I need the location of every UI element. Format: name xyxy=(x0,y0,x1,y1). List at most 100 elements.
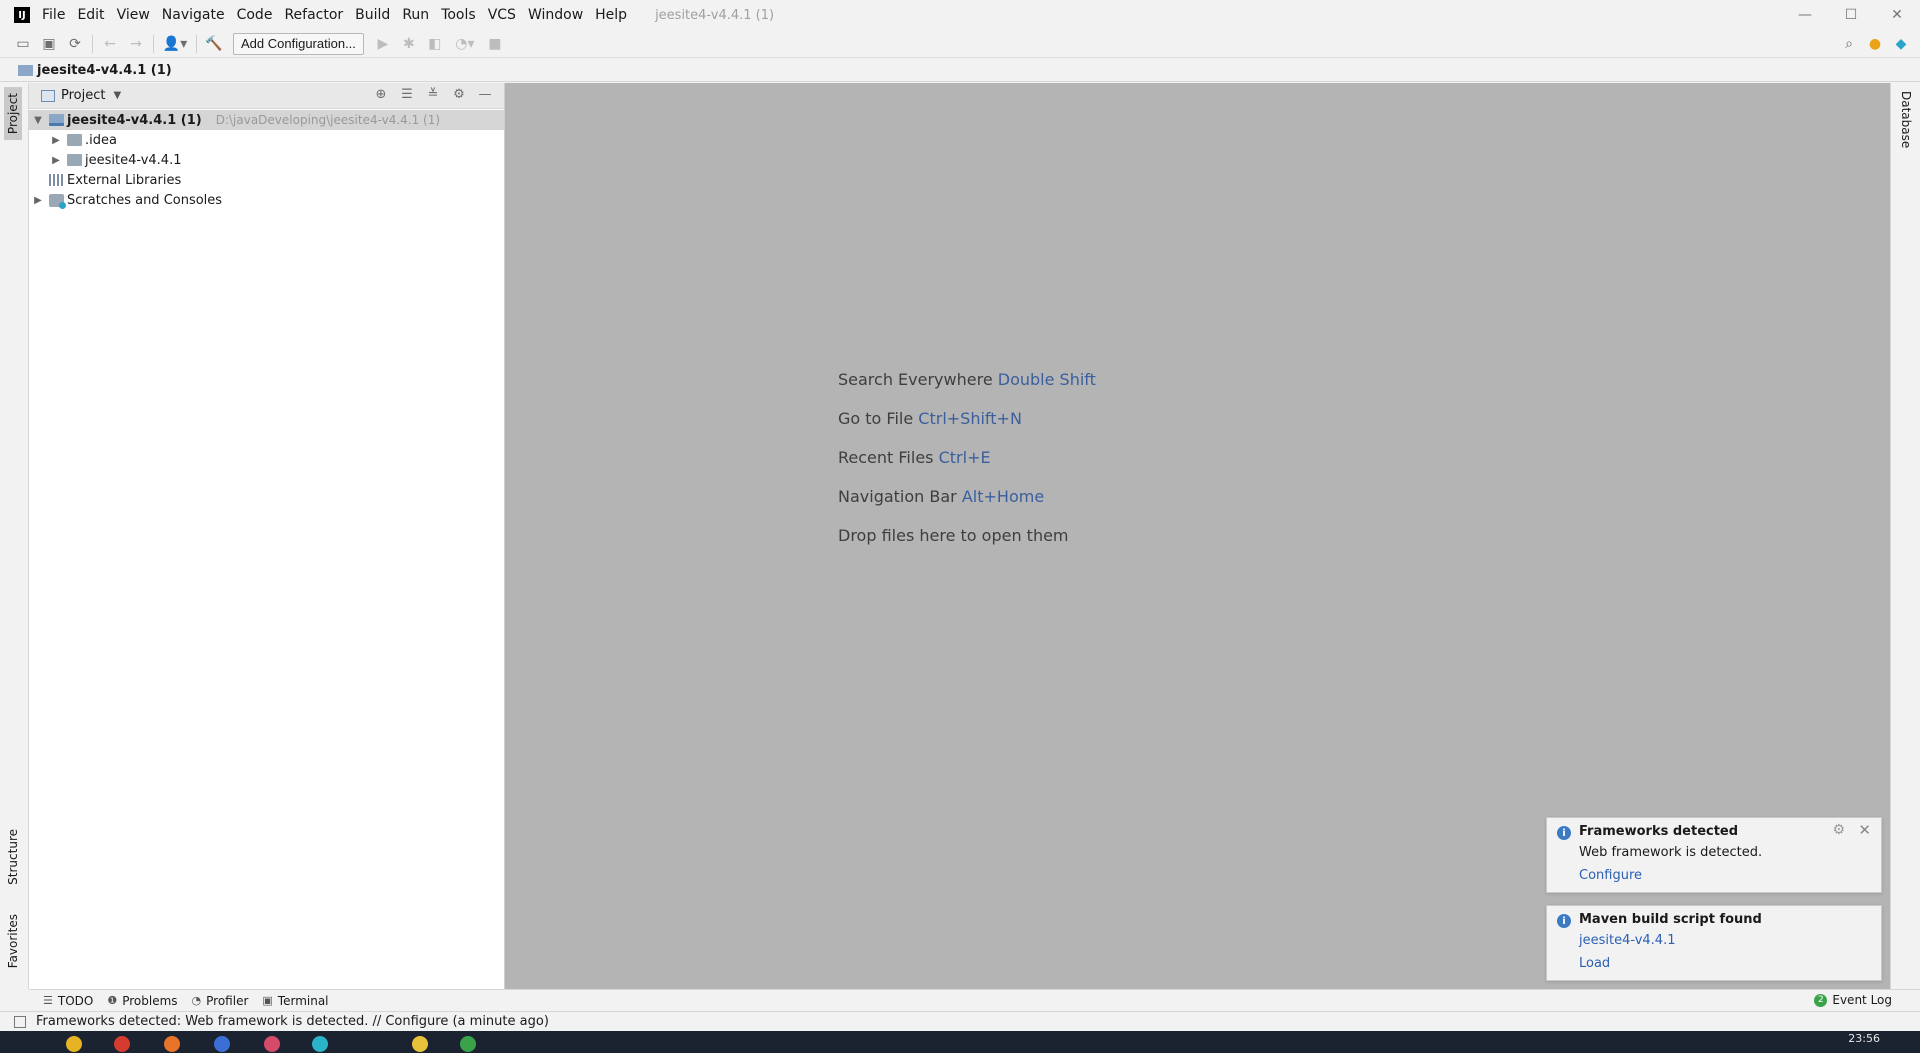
structure-tool-tab[interactable]: Structure xyxy=(4,823,22,891)
os-taskbar: 23:56 xyxy=(0,1031,1920,1053)
minimize-icon[interactable]: — xyxy=(1782,0,1828,30)
taskbar-app-icon[interactable] xyxy=(460,1036,476,1052)
gear-icon[interactable]: ⚙ xyxy=(1832,822,1845,838)
menu-vcs[interactable]: VCS xyxy=(482,0,522,30)
folder-icon xyxy=(67,134,82,146)
module-folder-icon xyxy=(49,114,64,126)
taskbar-app-icon[interactable] xyxy=(412,1036,428,1052)
vcs-user-icon[interactable]: 👤▾ xyxy=(158,32,192,56)
configure-link[interactable]: Configure xyxy=(1579,868,1642,883)
menu-refactor[interactable]: Refactor xyxy=(278,0,349,30)
project-tool-tab[interactable]: Project xyxy=(4,87,22,141)
forward-arrow-icon[interactable]: → xyxy=(123,32,149,56)
plugin-logo-icon[interactable]: ◆ xyxy=(1888,32,1914,56)
chevron-right-icon[interactable]: ▶ xyxy=(49,135,63,146)
problems-tab[interactable]: ❶ Problems xyxy=(107,994,177,1008)
taskbar-app-icon[interactable] xyxy=(114,1036,130,1052)
hint-shortcut: Ctrl+Shift+N xyxy=(918,409,1022,428)
hint-recent-files: Recent Files Ctrl+E xyxy=(838,448,991,467)
maximize-icon[interactable]: ☐ xyxy=(1828,0,1874,30)
menu-window[interactable]: Window xyxy=(522,0,589,30)
favorites-tool-tab[interactable]: Favorites xyxy=(4,908,22,974)
profiler-label: Profiler xyxy=(206,993,249,1008)
taskbar-app-icon[interactable] xyxy=(264,1036,280,1052)
breadcrumb-project[interactable]: jeesite4-v4.4.1 (1) xyxy=(37,63,172,78)
tree-row-module[interactable]: ▶ jeesite4-v4.4.1 xyxy=(29,150,504,170)
tree-row-root[interactable]: ▼ jeesite4-v4.4.1 (1) D:\javaDeveloping\… xyxy=(29,110,504,130)
project-panel-header: Project ▼ ⊕ ☰ ≚ ⚙ — xyxy=(29,83,504,109)
menu-help[interactable]: Help xyxy=(589,0,633,30)
add-configuration-button[interactable]: Add Configuration... xyxy=(233,32,364,55)
menu-navigate[interactable]: Navigate xyxy=(156,0,231,30)
tree-root-path: D:\javaDeveloping\jeesite4-v4.4.1 (1) xyxy=(215,113,441,127)
save-all-icon[interactable]: ▣ xyxy=(36,32,62,56)
sync-icon[interactable]: ⟳ xyxy=(62,32,88,56)
menu-edit[interactable]: Edit xyxy=(71,0,110,30)
expand-all-icon[interactable]: ☰ xyxy=(394,87,420,102)
notification-title: Maven build script found xyxy=(1579,912,1762,927)
hide-panel-icon[interactable]: — xyxy=(472,87,498,102)
collapse-all-icon[interactable]: ≚ xyxy=(420,87,446,102)
locate-icon[interactable]: ⊕ xyxy=(368,87,394,102)
hint-search-everywhere: Search Everywhere Double Shift xyxy=(838,370,1096,389)
hint-shortcut: Double Shift xyxy=(997,370,1096,389)
taskbar-app-icon[interactable] xyxy=(214,1036,230,1052)
chevron-down-icon[interactable]: ▼ xyxy=(31,115,45,126)
profile-icon[interactable]: ◔▾ xyxy=(448,32,482,56)
tree-label-idea: .idea xyxy=(85,132,117,148)
gear-icon[interactable]: ⚙ xyxy=(446,87,472,102)
toolbar-divider xyxy=(196,34,197,53)
close-window-icon[interactable]: ✕ xyxy=(1874,0,1920,30)
tree-row-scratches[interactable]: ▶ Scratches and Consoles xyxy=(29,190,504,210)
taskbar-clock[interactable]: 23:56 xyxy=(1848,1032,1880,1045)
menu-build[interactable]: Build xyxy=(349,0,396,30)
maven-project-link[interactable]: jeesite4-v4.4.1 xyxy=(1579,933,1675,948)
menu-run[interactable]: Run xyxy=(396,0,435,30)
taskbar-app-icon[interactable] xyxy=(164,1036,180,1052)
event-log-tab[interactable]: 2 Event Log xyxy=(1814,993,1892,1007)
taskbar-app-icon[interactable] xyxy=(312,1036,328,1052)
update-icon[interactable]: ● xyxy=(1862,32,1888,56)
terminal-label: Terminal xyxy=(277,993,329,1008)
stop-icon[interactable]: ■ xyxy=(482,32,508,56)
todo-tab[interactable]: ☰ TODO xyxy=(43,994,93,1008)
project-panel: Project ▼ ⊕ ☰ ≚ ⚙ — ▼ jeesite4-v4.4.1 (1… xyxy=(29,83,505,989)
info-icon: i xyxy=(1557,914,1571,928)
back-arrow-icon[interactable]: ← xyxy=(97,32,123,56)
title-bar: IJ File Edit View Navigate Code Refactor… xyxy=(0,0,1920,30)
intellij-logo-icon[interactable]: IJ xyxy=(14,7,30,23)
hint-text: Recent Files xyxy=(838,448,934,467)
menu-tools[interactable]: Tools xyxy=(435,0,482,30)
event-log-label: Event Log xyxy=(1832,993,1892,1007)
menu-code[interactable]: Code xyxy=(231,0,279,30)
menu-file[interactable]: File xyxy=(36,0,71,30)
event-count-badge: 2 xyxy=(1814,993,1828,1007)
chevron-right-icon[interactable]: ▶ xyxy=(31,195,45,206)
main-toolbar: ▭ ▣ ⟳ ← → 👤▾ 🔨 Add Configuration... ▶ ✱ … xyxy=(0,30,1920,58)
chevron-down-icon[interactable]: ▼ xyxy=(113,90,121,101)
close-icon[interactable]: ✕ xyxy=(1858,821,1871,839)
debug-icon[interactable]: ✱ xyxy=(396,32,422,56)
status-toggle-icon[interactable] xyxy=(14,1015,26,1028)
run-icon[interactable]: ▶ xyxy=(370,32,396,56)
tree-row-idea[interactable]: ▶ .idea xyxy=(29,130,504,150)
status-text[interactable]: Frameworks detected: Web framework is de… xyxy=(36,1014,549,1029)
menu-view[interactable]: View xyxy=(111,0,156,30)
chevron-right-icon[interactable]: ▶ xyxy=(49,155,63,166)
hint-text: Search Everywhere xyxy=(838,370,993,389)
tree-row-external-libraries[interactable]: External Libraries xyxy=(29,170,504,190)
window-title: jeesite4-v4.4.1 (1) xyxy=(655,7,775,23)
hint-text: Navigation Bar xyxy=(838,487,957,506)
project-panel-title[interactable]: Project xyxy=(61,88,105,103)
hint-navigation-bar: Navigation Bar Alt+Home xyxy=(838,487,1044,506)
profiler-tab[interactable]: ◔ Profiler xyxy=(192,994,249,1008)
coverage-icon[interactable]: ◧ xyxy=(422,32,448,56)
library-icon xyxy=(49,174,64,186)
database-tool-tab[interactable]: Database xyxy=(1899,91,1913,148)
taskbar-app-icon[interactable] xyxy=(66,1036,82,1052)
search-icon[interactable]: ⌕ xyxy=(1836,32,1862,56)
build-hammer-icon[interactable]: 🔨 xyxy=(201,32,227,56)
terminal-tab[interactable]: ▣ Terminal xyxy=(262,994,328,1008)
load-link[interactable]: Load xyxy=(1579,956,1610,971)
open-folder-icon[interactable]: ▭ xyxy=(10,32,36,56)
